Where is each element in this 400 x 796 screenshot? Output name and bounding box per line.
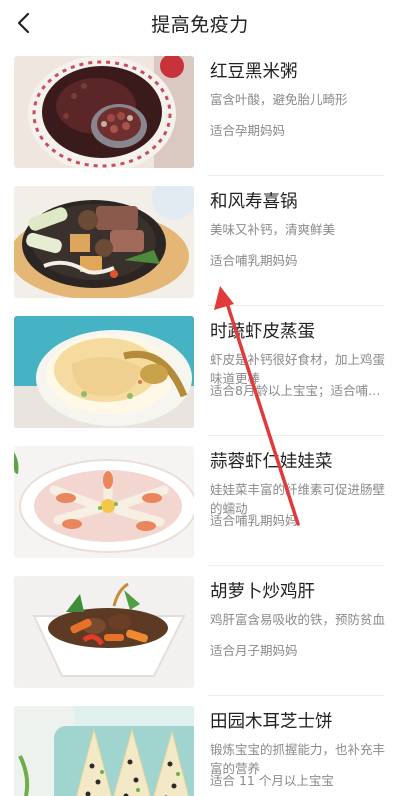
recipe-image-porridge: [14, 56, 194, 168]
recipe-item-red-bean-porridge[interactable]: 红豆黑米粥 富含叶酸，避免胎儿畸形 适合孕期妈妈: [0, 46, 400, 176]
recipe-name: 和风寿喜锅: [210, 192, 298, 212]
recipe-description: 鸡肝富含易吸收的铁，预防贫血: [210, 612, 386, 627]
recipe-audience: 适合8月龄以上宝宝；适合哺乳期妈妈: [210, 383, 386, 398]
recipe-image-steamed-egg: [14, 316, 194, 428]
recipe-item-shrimp-cabbage[interactable]: 蒜蓉虾仁娃娃菜 娃娃菜丰富的纤维素可促进肠壁的蠕动 适合哺乳期妈妈: [0, 436, 400, 566]
recipe-audience: 适合孕期妈妈: [210, 123, 286, 138]
recipe-image-sukiyaki: [14, 186, 194, 298]
recipe-name: 时蔬虾皮蒸蛋: [210, 322, 315, 342]
recipe-name: 田园木耳芝士饼: [210, 712, 333, 732]
recipe-name: 红豆黑米粥: [210, 62, 298, 82]
recipe-name: 胡萝卜炒鸡肝: [210, 582, 315, 602]
recipe-audience: 适合哺乳期妈妈: [210, 513, 298, 528]
recipe-audience: 适合月子期妈妈: [210, 643, 298, 658]
recipe-audience: 适合哺乳期妈妈: [210, 253, 298, 268]
recipe-list: 红豆黑米粥 富含叶酸，避免胎儿畸形 适合孕期妈妈 和风寿喜锅 美味又补钙，清爽鲜…: [0, 46, 400, 796]
recipe-description: 美味又补钙，清爽鲜美: [210, 222, 336, 237]
recipe-image-fungus-cheese-cake: [14, 706, 194, 796]
recipe-image-shrimp-cabbage: [14, 446, 194, 558]
recipe-item-chicken-liver[interactable]: 胡萝卜炒鸡肝 鸡肝富含易吸收的铁，预防贫血 适合月子期妈妈: [0, 566, 400, 696]
recipe-description: 富含叶酸，避免胎儿畸形: [210, 92, 348, 107]
recipe-audience: 适合 11 个月以上宝宝: [210, 773, 334, 788]
page-title: 提高免疫力: [151, 14, 249, 36]
recipe-item-steamed-egg[interactable]: 时蔬虾皮蒸蛋 虾皮是补钙很好食材，加上鸡蛋味道更棒 适合8月龄以上宝宝；适合哺乳…: [0, 306, 400, 436]
recipe-item-fungus-cheese-cake[interactable]: 田园木耳芝士饼 锻炼宝宝的抓握能力，也补充丰富的营养 适合 11 个月以上宝宝: [0, 696, 400, 796]
recipe-name: 蒜蓉虾仁娃娃菜: [210, 452, 333, 472]
recipe-image-chicken-liver: [14, 576, 194, 688]
recipe-item-sukiyaki[interactable]: 和风寿喜锅 美味又补钙，清爽鲜美 适合哺乳期妈妈: [0, 176, 400, 306]
top-bar: 提高免疫力: [0, 0, 400, 46]
